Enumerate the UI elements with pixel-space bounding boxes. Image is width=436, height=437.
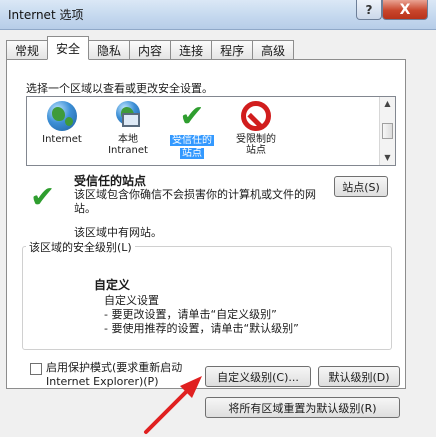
tab-security[interactable]: 安全 — [47, 36, 90, 60]
tab-programs[interactable]: 程序 — [211, 40, 254, 60]
zone-label-line2: 站点 — [180, 148, 204, 159]
checkmark-icon: ✔ — [30, 180, 56, 215]
tab-content[interactable]: 内容 — [129, 40, 172, 60]
tab-strip: 常规 安全 隐私 内容 连接 程序 高级 — [6, 36, 295, 60]
zone-label: 受信任的 — [170, 135, 214, 146]
scroll-up-icon[interactable]: ▲ — [380, 97, 395, 111]
default-level-button[interactable]: 默认级别(D) — [318, 366, 400, 387]
zone-internet[interactable]: Internet — [31, 101, 93, 145]
sites-button[interactable]: 站点(S) — [334, 176, 388, 197]
zone-label: 受限制的 — [236, 134, 276, 145]
zone-label-line2: 站点 — [246, 145, 266, 156]
custom-level-button[interactable]: 自定义级别(C)... — [205, 366, 311, 387]
selected-zone-note: 该区域中有网站。 — [74, 226, 162, 239]
selected-zone-description: 该区域包含你确信不会损害你的计算机或文件的网站。 — [74, 188, 316, 215]
security-level-title: 该区域的安全级别(L) — [26, 239, 135, 255]
level-name: 自定义 — [94, 278, 131, 292]
scroll-thumb[interactable] — [382, 123, 393, 139]
tab-advanced[interactable]: 高级 — [252, 40, 295, 60]
tab-connections[interactable]: 连接 — [170, 40, 213, 60]
close-button[interactable]: X — [382, 0, 428, 20]
zone-label: Internet — [42, 134, 82, 145]
annotation-arrow-icon — [144, 376, 202, 434]
no-entry-icon — [241, 101, 271, 131]
protected-mode-checkbox[interactable] — [30, 363, 42, 375]
tab-general[interactable]: 常规 — [6, 40, 49, 60]
zone-label-line2: Intranet — [108, 145, 148, 156]
reset-all-zones-button[interactable]: 将所有区域重置为默认级别(R) — [205, 397, 400, 418]
help-button[interactable]: ? — [356, 0, 382, 20]
checkmark-icon: ✔ — [179, 99, 205, 134]
level-description-line3: - 要使用推荐的设置，请单击“默认级别” — [104, 322, 299, 335]
zone-list: Internet 本地 Intranet ✔ 受信任的 站点 受限制的 站点 ▲… — [26, 96, 396, 166]
scroll-down-icon[interactable]: ▼ — [380, 151, 395, 165]
title-bar: Internet 选项 ? X — [0, 0, 436, 30]
tab-privacy[interactable]: 隐私 — [88, 40, 131, 60]
zone-trusted-sites[interactable]: ✔ 受信任的 站点 — [161, 101, 223, 159]
local-intranet-icon — [112, 101, 144, 133]
zone-restricted-sites[interactable]: 受限制的 站点 — [225, 101, 287, 156]
selected-zone-title: 受信任的站点 — [74, 174, 147, 188]
window-title: Internet 选项 — [8, 8, 84, 22]
zone-local-intranet[interactable]: 本地 Intranet — [97, 101, 159, 156]
zone-label: 本地 — [118, 134, 138, 145]
globe-icon — [47, 101, 77, 131]
zone-prompt: 选择一个区域以查看或更改安全设置。 — [26, 82, 213, 95]
zone-list-scrollbar[interactable]: ▲ ▼ — [379, 97, 395, 165]
